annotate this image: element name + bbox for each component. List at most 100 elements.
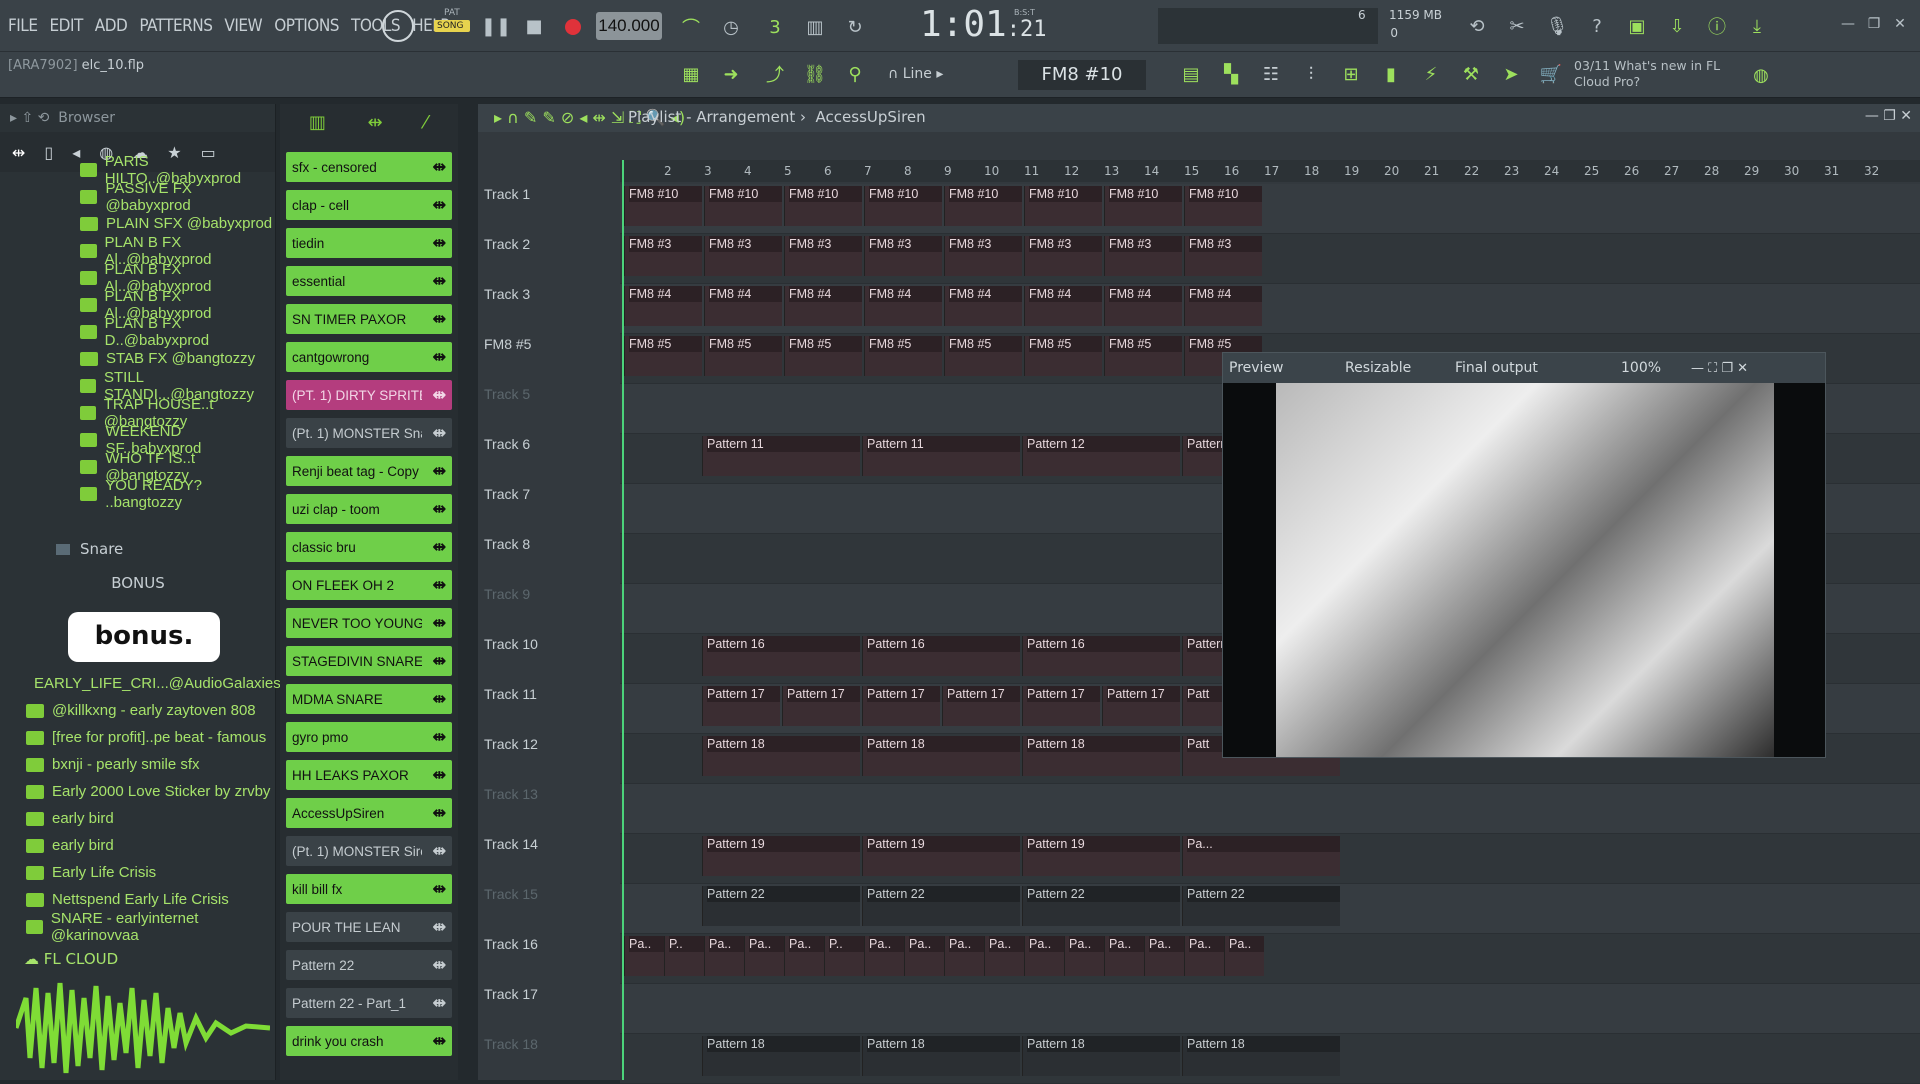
arrows-icon[interactable]: ⇹	[367, 112, 382, 140]
channel-button[interactable]: gyro pmo ⇹	[286, 722, 452, 752]
preview-mode[interactable]: Resizable	[1345, 360, 1455, 376]
track-header[interactable]: Track 2	[478, 236, 616, 252]
pattern-clip[interactable]: Pattern 17	[702, 686, 780, 726]
menu-options[interactable]: OPTIONS	[274, 16, 339, 36]
pattern-clip[interactable]: FM8 #4	[1104, 286, 1182, 326]
pattern-clip[interactable]: Pattern 22	[862, 886, 1020, 926]
track-lane[interactable]: FM8 #10 FM8 #10 FM8 #10 FM8 #10 FM8 #10 FM8 #…	[620, 184, 1920, 234]
record-button[interactable]	[560, 14, 586, 40]
track-header[interactable]: Track 6	[478, 436, 616, 452]
pattern-clip[interactable]: Pa..	[624, 936, 664, 976]
channel-arrows-icon[interactable]: ⇹	[433, 803, 446, 823]
close-button[interactable]: ✕	[1890, 14, 1910, 34]
pattern-clip[interactable]: FM8 #5	[1104, 336, 1182, 376]
pattern-clip[interactable]: Pa..	[1184, 936, 1224, 976]
pattern-clip[interactable]: Pattern 18	[1022, 1036, 1180, 1076]
export-button[interactable]: ⇩	[1662, 12, 1692, 40]
playhead[interactable]	[622, 160, 624, 1080]
pattern-clip[interactable]: Pattern 18	[862, 1036, 1020, 1076]
mixer-button[interactable]: ⫶	[1296, 60, 1326, 88]
pattern-clip[interactable]: Pattern 11	[862, 436, 1020, 476]
track-header[interactable]: Track 11	[478, 686, 616, 702]
pattern-clip[interactable]: FM8 #10	[1104, 186, 1182, 226]
download-button[interactable]: ⤓	[1742, 12, 1772, 40]
pattern-clip[interactable]: Pattern 19	[862, 836, 1020, 876]
track-header[interactable]: Track 16	[478, 936, 616, 952]
channel-arrows-icon[interactable]: ⇹	[433, 689, 446, 709]
preview-window-controls[interactable]: — ⛶ ❐ ✕	[1691, 361, 1748, 376]
pattern-clip[interactable]: FM8 #10	[1024, 186, 1102, 226]
pattern-clip[interactable]: Pattern 19	[702, 836, 860, 876]
folder-snare[interactable]: Snare	[56, 540, 123, 558]
channel-arrows-icon[interactable]: ⇹	[433, 993, 446, 1013]
channel-arrows-icon[interactable]: ⇹	[433, 841, 446, 861]
channel-button[interactable]: (Pt. 1) MONSTER Siren... ⇹	[286, 836, 452, 866]
track-header[interactable]: Track 7	[478, 486, 616, 502]
pattern-clip[interactable]: Pattern 22	[702, 886, 860, 926]
channel-arrows-icon[interactable]: ⇹	[433, 499, 446, 519]
playlist-window-controls[interactable]: — ❐ ✕	[1865, 108, 1912, 124]
pattern-clip[interactable]: Pa..	[784, 936, 824, 976]
browser-item[interactable]: SNARE - earlyinternet @karinovvaa	[0, 910, 276, 944]
pattern-clip[interactable]: Pattern 17	[1102, 686, 1180, 726]
pattern-clip[interactable]: FM8 #4	[624, 286, 702, 326]
channel-arrows-icon[interactable]: ⇹	[433, 195, 446, 215]
channel-button[interactable]: sfx - censored ⇹	[286, 152, 452, 182]
info-button[interactable]: ⓘ	[1702, 12, 1732, 40]
pattern-clip[interactable]: Pattern 12	[1022, 436, 1180, 476]
arrow-button[interactable]: ➜	[716, 60, 746, 88]
channel-arrows-icon[interactable]: ⇹	[433, 765, 446, 785]
channel-button[interactable]: cantgowrong ⇹	[286, 342, 452, 372]
playlist-button[interactable]: ▤	[1176, 60, 1206, 88]
pattern-clip[interactable]: P..	[824, 936, 864, 976]
pattern-clip[interactable]: Pattern 18	[1022, 736, 1180, 776]
track-lane[interactable]: Pattern 18 Pattern 18 Pattern 18 Pattern 18	[620, 1034, 1920, 1084]
piano-roll-button[interactable]: ▚	[1216, 60, 1246, 88]
pattern-clip[interactable]: FM8 #4	[1184, 286, 1262, 326]
pattern-clip[interactable]: Pa..	[1144, 936, 1184, 976]
stamp-button[interactable]: ⚲	[840, 60, 870, 88]
channel-button[interactable]: classic bru ⇹	[286, 532, 452, 562]
pattern-clip[interactable]: P..	[664, 936, 704, 976]
pattern-clip[interactable]: Pattern 18	[702, 1036, 860, 1076]
pattern-clip[interactable]: FM8 #10	[1184, 186, 1262, 226]
tempo-display[interactable]: 140.000	[596, 12, 662, 40]
step-edit-button[interactable]: ▥	[800, 14, 830, 40]
track-header[interactable]: Track 5	[478, 386, 616, 402]
channel-button[interactable]: MDMA SNARE ⇹	[286, 684, 452, 714]
track-lane[interactable]: FM8 #3 FM8 #3 FM8 #3 FM8 #3 FM8 #3 FM8 #3 FM8 …	[620, 234, 1920, 284]
browser-item[interactable]: bxnji - pearly smile sfx	[0, 751, 276, 778]
channel-arrows-icon[interactable]: ⇹	[433, 461, 446, 481]
pattern-clip[interactable]: Pattern 17	[1022, 686, 1100, 726]
track-header[interactable]: Track 8	[478, 536, 616, 552]
pattern-clip[interactable]: FM8 #4	[1024, 286, 1102, 326]
pattern-clip[interactable]: Pattern 16	[862, 636, 1020, 676]
channel-button[interactable]: uzi clap - toom ⇹	[286, 494, 452, 524]
pattern-clip[interactable]: Pattern 17	[942, 686, 1020, 726]
pattern-clip[interactable]: Pattern 18	[862, 736, 1020, 776]
track-lane[interactable]: Pattern 22 Pattern 22 Pattern 22 Pattern 22	[620, 884, 1920, 934]
channel-arrows-icon[interactable]: ⇹	[433, 879, 446, 899]
track-header[interactable]: Track 17	[478, 986, 616, 1002]
pattern-clip[interactable]: Pa..	[984, 936, 1024, 976]
track-lane[interactable]: Pa.. P.. Pa.. Pa.. Pa.. P.. Pa.. Pa.. Pa.. Pa.. Pa…	[620, 934, 1920, 984]
mic-button[interactable]: 🎙	[1542, 12, 1572, 40]
track-header[interactable]: Track 12	[478, 736, 616, 752]
link-button[interactable]: ⛓	[800, 60, 830, 88]
track-header[interactable]: Track 18	[478, 1036, 616, 1052]
track-header[interactable]: Track 3	[478, 286, 616, 302]
channel-button[interactable]: SN TIMER PAXOR ⇹	[286, 304, 452, 334]
pattern-clip[interactable]: FM8 #4	[944, 286, 1022, 326]
plugin-button[interactable]: ▮	[1376, 60, 1406, 88]
pattern-clip[interactable]: FM8 #10	[704, 186, 782, 226]
pattern-clip[interactable]: Pa..	[1104, 936, 1144, 976]
track-lane[interactable]: FM8 #4 FM8 #4 FM8 #4 FM8 #4 FM8 #4 FM8 #4 FM8 …	[620, 284, 1920, 334]
undo-button[interactable]: ⟲	[1462, 12, 1492, 40]
pattern-clip[interactable]: Pa..	[1024, 936, 1064, 976]
playlist-view-button[interactable]: ▦	[676, 60, 706, 88]
countdown-button[interactable]: 3	[760, 14, 790, 40]
slash-icon[interactable]: ⁄	[424, 112, 427, 140]
channel-button[interactable]: clap - cell ⇹	[286, 190, 452, 220]
pattern-clip[interactable]: FM8 #4	[864, 286, 942, 326]
channel-arrows-icon[interactable]: ⇹	[433, 309, 446, 329]
